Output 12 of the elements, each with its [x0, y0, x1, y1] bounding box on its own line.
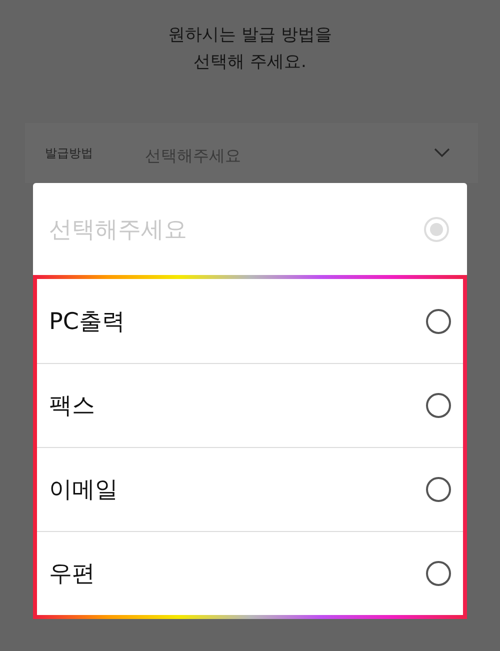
heading-text: 선택해 주세요.	[192, 51, 308, 74]
field-label: 발급방법	[45, 144, 94, 162]
option-item[interactable]: 팩스	[37, 363, 463, 447]
chevron-down-icon	[434, 148, 450, 158]
radio-button[interactable]	[426, 477, 451, 502]
radio-button[interactable]	[426, 561, 451, 586]
option-item[interactable]: 이메일	[37, 447, 463, 531]
option-item[interactable]: 우편	[37, 531, 463, 615]
option-item[interactable]: PC출력	[37, 279, 463, 363]
radio-button[interactable]	[426, 393, 451, 418]
heading-text: 원하시는 발급 방법을	[167, 24, 333, 47]
radio-button[interactable]	[426, 308, 451, 334]
